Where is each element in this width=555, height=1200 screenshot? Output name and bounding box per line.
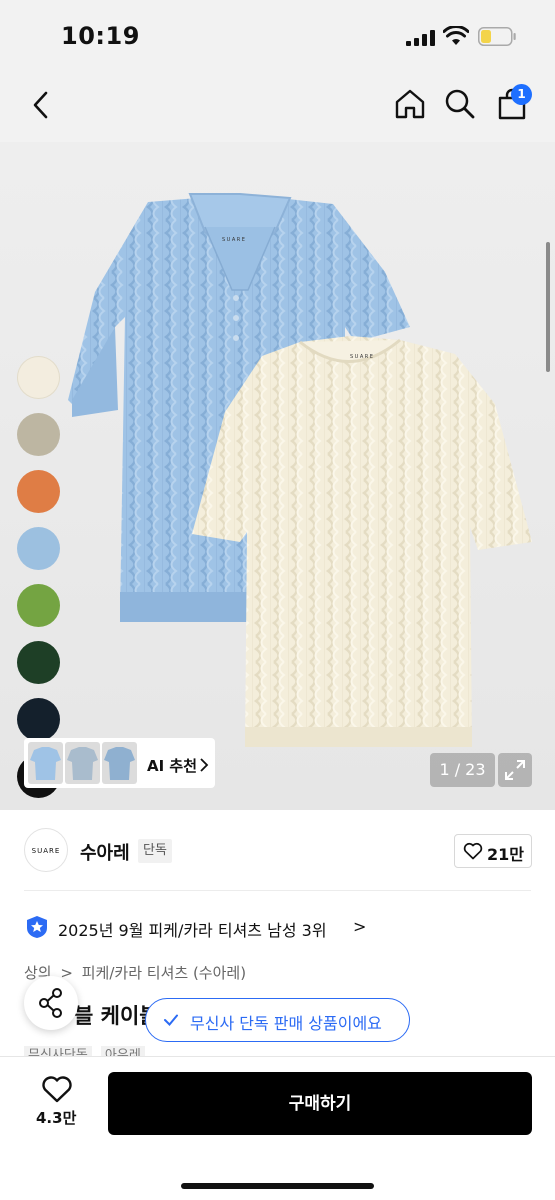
wifi-icon xyxy=(443,26,469,45)
check-icon xyxy=(164,1014,178,1026)
status-bar: 10:19 xyxy=(0,0,555,72)
status-time: 10:19 xyxy=(61,22,140,50)
ai-thumb xyxy=(28,742,63,784)
brand-name[interactable]: 수아레 xyxy=(80,839,130,865)
product-image-carousel[interactable]: SUARE SUARE xyxy=(0,142,555,810)
divider xyxy=(24,890,531,891)
cream-tee-label: SUARE xyxy=(350,354,374,360)
ranking-chevron: > xyxy=(353,917,367,936)
breadcrumb-leaf[interactable]: 피케/카라 티셔츠 (수아레) xyxy=(82,964,246,982)
color-swatch[interactable] xyxy=(17,584,60,627)
toast-text: 무신사 단독 판매 상품이에요 xyxy=(190,1014,382,1033)
wishlist-heart-icon[interactable] xyxy=(41,1075,73,1103)
expand-icon xyxy=(505,760,525,780)
battery-icon xyxy=(478,27,516,46)
chevron-right-icon xyxy=(200,758,209,772)
color-swatch[interactable] xyxy=(17,641,60,684)
exclusive-tag: 단독 xyxy=(138,839,172,863)
cart-count-badge: 1 xyxy=(511,84,532,105)
image-counter: 1 / 23 xyxy=(430,753,495,787)
ai-thumb xyxy=(102,742,137,784)
ranking-text[interactable]: 2025년 9월 피케/카라 티셔츠 남성 3위 xyxy=(58,917,327,941)
ai-recommend-label: AI 추천 xyxy=(147,757,198,775)
brand-logo[interactable]: SUARE xyxy=(24,828,68,872)
home-icon[interactable] xyxy=(393,87,427,121)
color-swatch[interactable] xyxy=(17,698,60,741)
ranking-badge-icon xyxy=(27,916,47,938)
ai-thumb xyxy=(65,742,100,784)
home-indicator xyxy=(181,1183,374,1189)
wishlist-count: 4.3만 xyxy=(36,1109,77,1127)
share-icon xyxy=(39,988,62,1018)
back-arrow-icon[interactable] xyxy=(30,90,50,120)
brand-like-count: 21만 xyxy=(487,845,524,864)
color-swatch[interactable] xyxy=(17,470,60,513)
blue-polo-label: SUARE xyxy=(222,237,246,243)
heart-icon xyxy=(463,842,483,860)
color-swatch[interactable] xyxy=(17,413,60,456)
product-photo: SUARE SUARE xyxy=(68,193,532,747)
color-swatch[interactable] xyxy=(17,527,60,570)
search-icon[interactable] xyxy=(444,88,476,120)
expand-button[interactable] xyxy=(498,753,532,787)
signal-icon xyxy=(406,30,436,46)
buy-button[interactable]: 구매하기 xyxy=(108,1072,532,1135)
share-button[interactable] xyxy=(24,976,78,1030)
color-swatch[interactable] xyxy=(17,356,60,399)
